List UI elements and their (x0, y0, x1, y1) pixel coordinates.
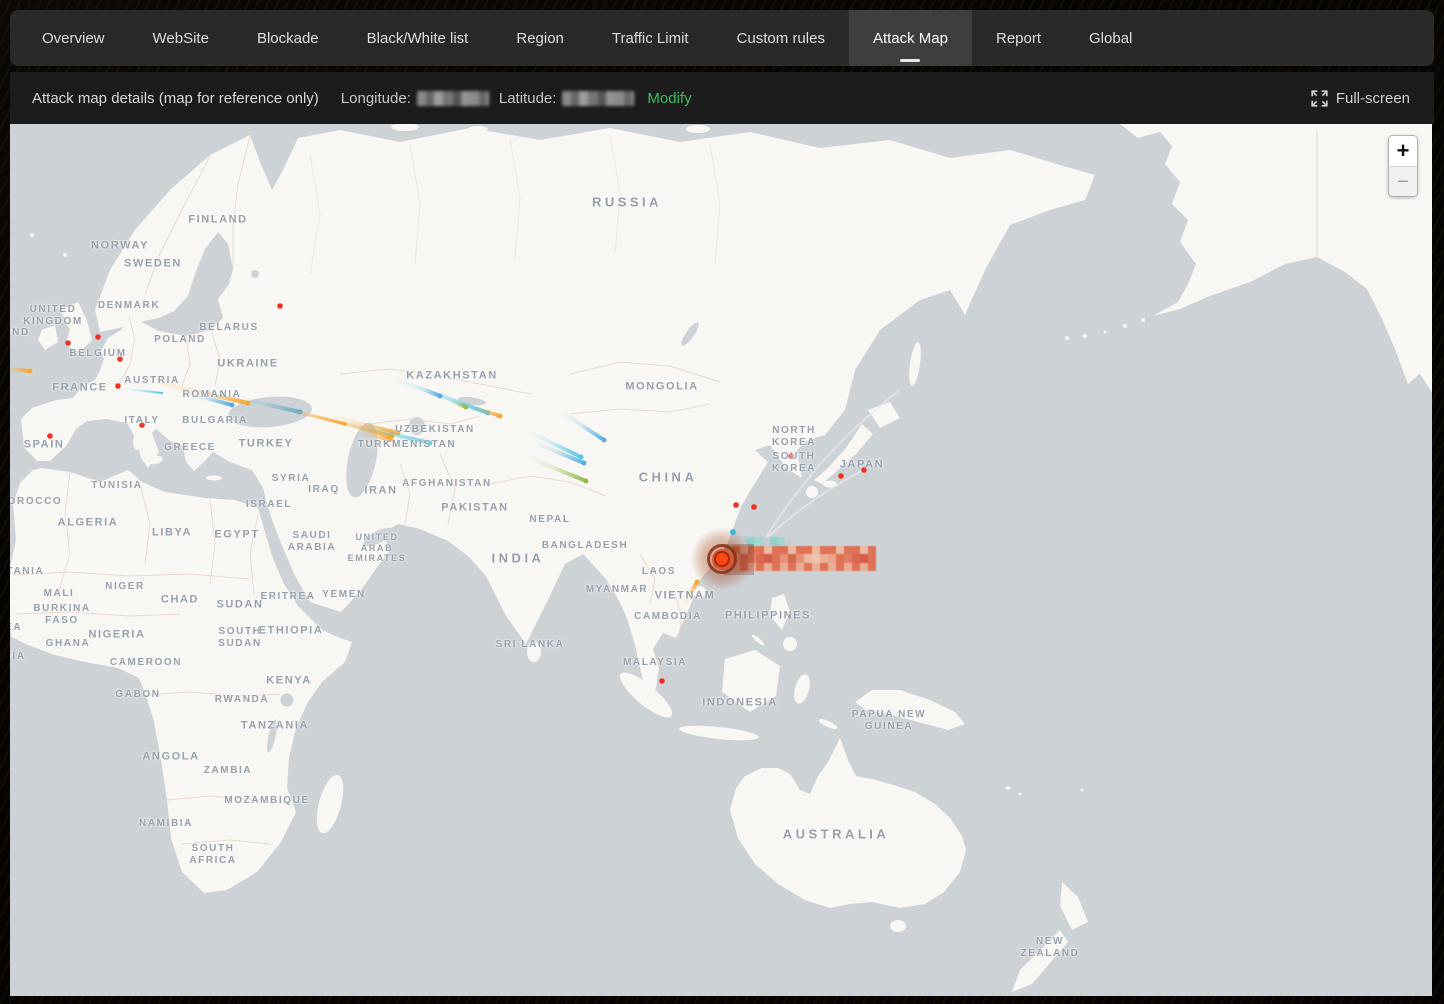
arctic-island-2 (468, 126, 488, 132)
island-java (679, 723, 760, 743)
attack-source-dot (117, 356, 123, 362)
redacted-mosaic-small (748, 537, 792, 546)
island-sulawesi (791, 673, 812, 706)
map-toolbar: Attack map details (map for reference on… (10, 72, 1434, 124)
island-ireland (38, 325, 58, 350)
islet-shetland (30, 233, 34, 237)
tab-overview[interactable]: Overview (18, 10, 129, 66)
longitude-value-redacted (417, 91, 489, 106)
island-new-guinea (855, 690, 965, 730)
tab-blockade[interactable]: Blockade (233, 10, 343, 66)
attack-source-dot (733, 502, 739, 508)
islet-fiji-1 (1006, 786, 1010, 790)
attack-source-dot (659, 678, 665, 684)
island-hokkaido (868, 402, 900, 428)
island-sardinia (133, 434, 141, 450)
islet-aleutian-1 (1065, 336, 1069, 340)
redacted-target-label (732, 546, 876, 571)
tab-region[interactable]: Region (492, 10, 588, 66)
tab-report[interactable]: Report (972, 10, 1065, 66)
fullscreen-button[interactable]: Full-screen (1311, 72, 1410, 124)
islet-aleutian-2 (1083, 334, 1087, 338)
lake-ladoga (251, 270, 259, 278)
tab-attack-map[interactable]: Attack Map (849, 10, 972, 66)
island-mindanao (783, 637, 797, 651)
attack-source-dot (788, 453, 794, 459)
landmass-layer (10, 124, 1432, 992)
island-sakhalin (907, 342, 923, 387)
island-uk (60, 302, 92, 352)
island-kyushu (806, 486, 818, 498)
attack-source-dot (751, 504, 757, 510)
attack-map-canvas[interactable]: RUSSIAFINLANDNORWAYSWEDENDENMARKUNITED K… (10, 124, 1432, 996)
island-palawan (751, 633, 766, 646)
landmass-north-america (1120, 124, 1432, 392)
attack-source-dot (115, 383, 121, 389)
attack-source-dot (277, 303, 283, 309)
attack-trail (10, 368, 30, 371)
fullscreen-label: Full-screen (1336, 90, 1410, 107)
attack-source-dot (47, 433, 53, 439)
islet-aleutian-4 (1123, 324, 1127, 328)
tab-website[interactable]: WebSite (129, 10, 233, 66)
attack-source-dot (861, 467, 867, 473)
island-cyprus (261, 482, 271, 487)
tab-global[interactable]: Global (1065, 10, 1156, 66)
latitude-value-redacted (562, 91, 634, 106)
landmass-australia (730, 738, 966, 908)
fullscreen-expand-icon (1311, 90, 1328, 107)
zoom-out-button[interactable]: − (1389, 167, 1417, 197)
islet-aleutian-5 (1141, 318, 1145, 322)
longitude-label: Longitude: (341, 90, 411, 107)
lake-malawi (287, 761, 298, 792)
islet-fiji-2 (1019, 793, 1022, 796)
arctic-island-1 (391, 124, 419, 131)
world-map-svg (10, 124, 1432, 996)
tab-custom-rules[interactable]: Custom rules (713, 10, 849, 66)
tab-black-white-list[interactable]: Black/White list (343, 10, 493, 66)
island-timor (818, 717, 839, 731)
island-tasmania (890, 920, 906, 932)
lake-victoria (281, 694, 294, 707)
island-crete (206, 476, 222, 481)
modify-link[interactable]: Modify (647, 90, 691, 107)
top-navbar: OverviewWebSiteBlockadeBlack/White listR… (10, 10, 1434, 66)
islet-aleutian-3 (1104, 331, 1107, 334)
island-nz-south (1012, 930, 1068, 992)
islet-faroe (63, 253, 67, 257)
island-borneo (722, 650, 780, 712)
latitude-label: Latitude: (499, 90, 557, 107)
island-luzon (770, 594, 790, 630)
tab-traffic-limit[interactable]: Traffic Limit (588, 10, 713, 66)
island-srilanka (527, 642, 541, 662)
map-zoom-control: + − (1388, 135, 1418, 197)
arctic-island-3 (686, 125, 710, 133)
zoom-in-button[interactable]: + (1389, 136, 1417, 167)
island-nz-north (1060, 882, 1088, 930)
page-title: Attack map details (map for reference on… (32, 90, 319, 107)
attack-source-dot (95, 334, 101, 340)
island-madagascar (312, 772, 349, 836)
islet-pacific (1081, 789, 1084, 792)
attack-source-dot (838, 473, 844, 479)
attack-source-dot (139, 422, 145, 428)
attack-source-dot (65, 340, 71, 346)
attack-source-dot (730, 529, 736, 535)
